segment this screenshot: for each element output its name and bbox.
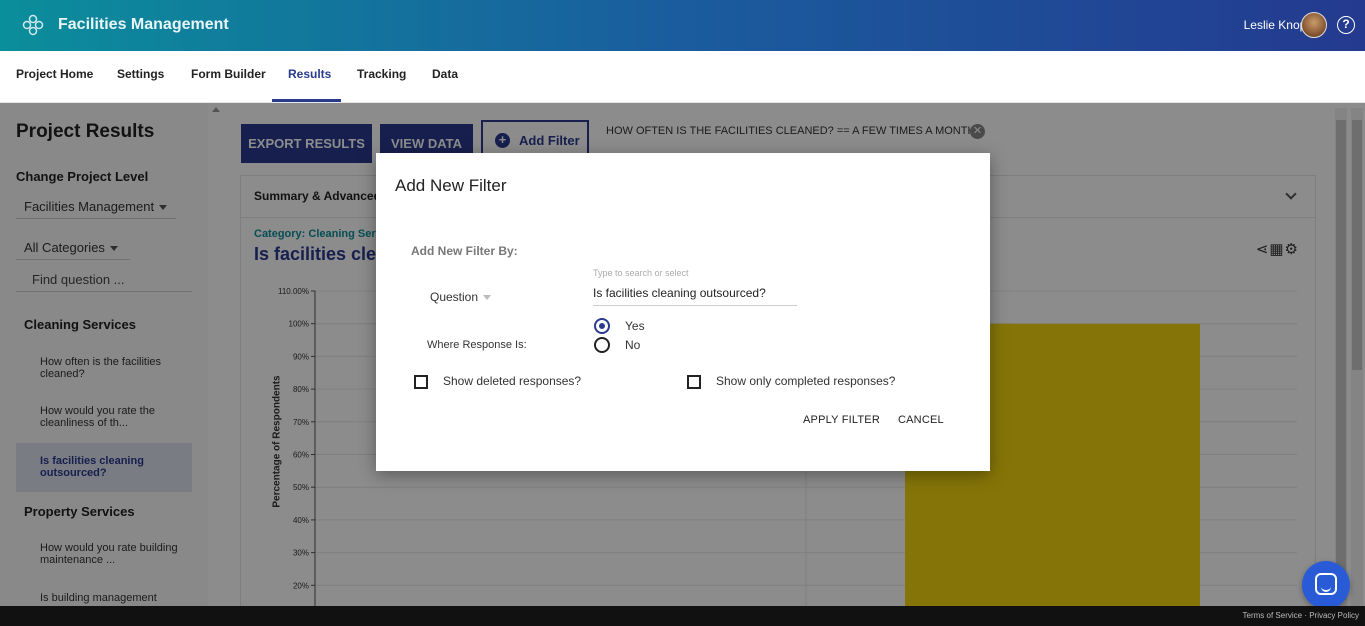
show-completed-checkbox[interactable] <box>687 375 701 389</box>
help-icon[interactable]: ? <box>1337 16 1355 34</box>
app-header: Facilities Management Leslie Knope ? <box>0 0 1365 51</box>
app-logo-icon[interactable] <box>22 14 44 36</box>
radio-yes[interactable] <box>594 318 610 334</box>
filter-by-label: Add New Filter By: <box>411 244 518 258</box>
active-tab-indicator <box>272 99 341 102</box>
tab-form-builder[interactable]: Form Builder <box>191 67 266 81</box>
chat-button[interactable] <box>1302 561 1350 609</box>
show-deleted-checkbox[interactable] <box>414 375 428 389</box>
app-title: Facilities Management <box>58 16 229 33</box>
terms-link[interactable]: Terms of Service <box>1243 611 1303 620</box>
radio-yes-label[interactable]: Yes <box>625 319 645 333</box>
where-response-label: Where Response Is: <box>427 339 527 351</box>
radio-no-label[interactable]: No <box>625 338 640 352</box>
avatar[interactable] <box>1301 12 1327 38</box>
cancel-button[interactable]: CANCEL <box>898 414 944 426</box>
nav-tabs: Project Home Settings Form Builder Resul… <box>0 51 1365 103</box>
show-deleted-label[interactable]: Show deleted responses? <box>443 374 581 388</box>
filter-type-value: Question <box>430 290 479 304</box>
tab-results[interactable]: Results <box>288 67 331 81</box>
tab-tracking[interactable]: Tracking <box>357 67 406 81</box>
radio-no[interactable] <box>594 337 610 353</box>
add-filter-dialog: Add New Filter Add New Filter By: Questi… <box>376 153 990 471</box>
show-completed-label[interactable]: Show only completed responses? <box>716 374 895 388</box>
tab-data[interactable]: Data <box>432 67 458 81</box>
filter-type-select[interactable]: Question <box>430 290 492 304</box>
question-search-input[interactable]: Is facilities cleaning outsourced? <box>593 286 797 306</box>
search-hint: Type to search or select <box>593 268 689 278</box>
chevron-down-icon <box>483 295 492 301</box>
footer: Terms of Service · Privacy Policy <box>0 606 1365 626</box>
privacy-link[interactable]: Privacy Policy <box>1309 611 1359 620</box>
dialog-title: Add New Filter <box>395 176 507 195</box>
tab-settings[interactable]: Settings <box>117 67 164 81</box>
tab-project-home[interactable]: Project Home <box>16 67 93 81</box>
apply-filter-button[interactable]: APPLY FILTER <box>803 414 880 426</box>
chat-icon <box>1315 573 1337 595</box>
